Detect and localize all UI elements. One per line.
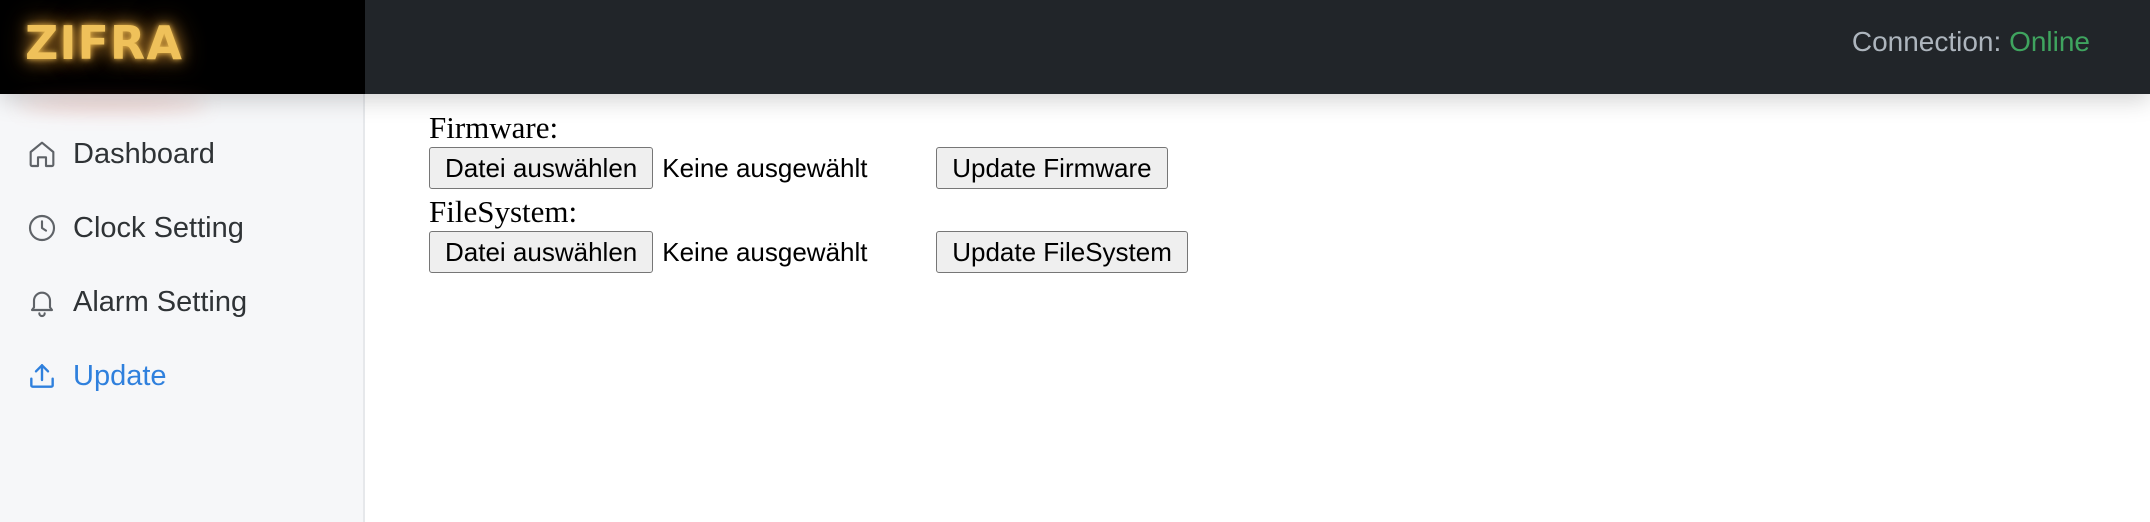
clock-icon: [26, 212, 58, 244]
sidebar-item-clock-setting[interactable]: Clock Setting: [26, 208, 244, 248]
filesystem-choose-file-button[interactable]: Datei auswählen: [429, 231, 654, 273]
sidebar-item-label: Alarm Setting: [73, 285, 248, 318]
brand-logo[interactable]: ZIFRA: [25, 16, 183, 70]
brand-glow-decoration: [18, 98, 208, 112]
connection-label: Connection:: [1851, 26, 2002, 57]
firmware-file-status: Keine ausgewählt: [662, 152, 868, 183]
firmware-upload-row: Datei auswählen Keine ausgewählt Update …: [429, 146, 1188, 190]
sidebar-item-label: Dashboard: [73, 137, 215, 170]
connection-status: Online: [2009, 26, 2090, 57]
sidebar-item-dashboard[interactable]: Dashboard: [26, 134, 215, 174]
filesystem-file-status: Keine ausgewählt: [662, 236, 868, 267]
sidebar-item-label: Clock Setting: [73, 211, 244, 244]
top-header: ZIFRA Connection: Online: [0, 0, 2150, 94]
filesystem-label: FileSystem:: [429, 194, 578, 229]
sidebar-item-label: Update: [73, 359, 167, 392]
home-icon: [26, 138, 58, 170]
firmware-label: Firmware:: [429, 110, 559, 145]
connection-indicator: Connection: Online: [1852, 26, 2090, 58]
update-firmware-button[interactable]: Update Firmware: [936, 147, 1168, 189]
bell-icon: [26, 286, 58, 318]
upload-icon: [26, 360, 58, 392]
update-filesystem-button[interactable]: Update FileSystem: [936, 231, 1188, 273]
sidebar: Dashboard Clock Setting Alarm Setting Up…: [0, 94, 365, 522]
brand-area: ZIFRA: [0, 0, 365, 94]
sidebar-item-update[interactable]: Update: [26, 356, 167, 396]
sidebar-item-alarm-setting[interactable]: Alarm Setting: [26, 282, 247, 322]
update-panel: Firmware: Datei auswählen Keine ausgewäh…: [429, 110, 1188, 274]
firmware-choose-file-button[interactable]: Datei auswählen: [429, 147, 654, 189]
filesystem-upload-row: Datei auswählen Keine ausgewählt Update …: [429, 230, 1188, 274]
